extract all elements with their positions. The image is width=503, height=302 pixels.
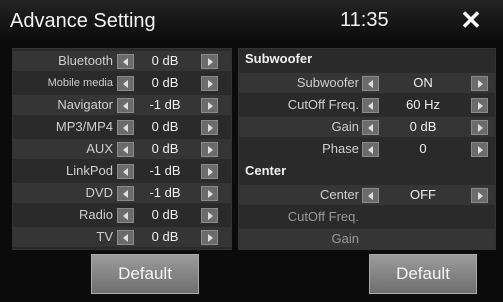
setting-label: Gain [331,119,359,134]
increase-linkpod-button[interactable] [201,164,218,179]
default-button-right[interactable]: Default [369,254,477,294]
decrease-tv-button[interactable] [117,230,134,245]
mix-label: Bluetooth [58,53,113,68]
mix-label: Navigator [57,97,113,112]
speaker-panel: Subwoofer Subwoofer ON CutOff Freq. 60 H… [238,48,496,250]
mix-value: 0 dB [151,75,179,90]
setting-value: 60 Hz [406,97,440,112]
increase-tv-button[interactable] [201,230,218,245]
increase-navigator-button[interactable] [201,98,218,113]
center-row-cutoff: CutOff Freq. [239,207,495,227]
center-heading: Center [245,163,287,178]
sub-cutoff-next-button[interactable] [471,98,488,113]
default-button-left[interactable]: Default [91,254,199,294]
mix-row-navigator: Navigator -1 dB [13,95,231,115]
decrease-radio-button[interactable] [117,208,134,223]
mix-label: DVD [85,185,113,200]
setting-label: Phase [322,141,359,156]
increase-mobile-media-button[interactable] [201,76,218,91]
sub-cutoff-prev-button[interactable] [362,98,379,113]
mix-row-tv: TV 0 dB [13,227,231,247]
mix-label: AUX [86,141,113,156]
subwoofer-row-gain: Gain 0 dB [239,117,495,137]
sub-gain-next-button[interactable] [471,120,488,135]
mix-value: 0 dB [151,229,179,244]
mix-row-bluetooth: Bluetooth 0 dB [13,51,231,71]
mix-label: Mobile media [47,77,113,89]
subwoofer-row-phase: Phase 0 [239,139,495,159]
title-bar: Advance Setting 11:35 ✕ [0,0,503,40]
mix-label: TV [96,229,113,244]
mix-label: MP3/MP4 [55,119,113,134]
setting-label: Gain [331,231,359,246]
setting-label: CutOff Freq. [287,97,359,112]
center-row-toggle: Center OFF [239,185,495,205]
setting-value: 0 [419,141,427,156]
setting-value: OFF [410,187,436,202]
decrease-mp3-button[interactable] [117,120,134,135]
mix-value: -1 dB [149,97,181,112]
mix-row-mobile-media: Mobile media 0 dB [13,73,231,93]
page-title: Advance Setting [10,10,156,32]
mix-value: 0 dB [151,119,179,134]
mix-row-linkpod: LinkPod -1 dB [13,161,231,181]
center-prev-button[interactable] [362,188,379,203]
decrease-bluetooth-button[interactable] [117,54,134,69]
setting-label: Center [319,187,359,202]
mix-value: 0 dB [151,53,179,68]
mix-value: 0 dB [151,207,179,222]
increase-dvd-button[interactable] [201,186,218,201]
increase-bluetooth-button[interactable] [201,54,218,69]
subwoofer-next-button[interactable] [471,76,488,91]
decrease-mobile-media-button[interactable] [117,76,134,91]
decrease-linkpod-button[interactable] [117,164,134,179]
subwoofer-prev-button[interactable] [362,76,379,91]
setting-value: 0 dB [409,119,437,134]
increase-aux-button[interactable] [201,142,218,157]
subwoofer-row-cutoff: CutOff Freq. 60 Hz [239,95,495,115]
setting-label: CutOff Freq. [287,209,359,224]
decrease-aux-button[interactable] [117,142,134,157]
mix-value: -1 dB [149,163,181,178]
increase-radio-button[interactable] [201,208,218,223]
center-next-button[interactable] [471,188,488,203]
decrease-navigator-button[interactable] [117,98,134,113]
mix-row-aux: AUX 0 dB [13,139,231,159]
mix-row-radio: Radio 0 dB [13,205,231,225]
mix-value: -1 dB [149,185,181,200]
decrease-dvd-button[interactable] [117,186,134,201]
sub-gain-prev-button[interactable] [362,120,379,135]
center-row-gain: Gain [239,229,495,249]
subwoofer-heading: Subwoofer [245,51,313,66]
setting-label: Subwoofer [296,75,359,90]
increase-mp3-button[interactable] [201,120,218,135]
mix-row-dvd: DVD -1 dB [13,183,231,203]
mix-row-mp3: MP3/MP4 0 dB [13,117,231,137]
mix-label: Radio [79,207,113,222]
mix-value: 0 dB [151,141,179,156]
sub-phase-next-button[interactable] [471,142,488,157]
subwoofer-row-toggle: Subwoofer ON [239,73,495,93]
clock: 11:35 [340,9,389,31]
mix-label: LinkPod [66,163,113,178]
setting-value: ON [413,75,433,90]
source-level-panel: Bluetooth 0 dB Mobile media 0 dB Navigat… [12,48,232,250]
close-icon[interactable]: ✕ [455,6,487,34]
sub-phase-prev-button[interactable] [362,142,379,157]
